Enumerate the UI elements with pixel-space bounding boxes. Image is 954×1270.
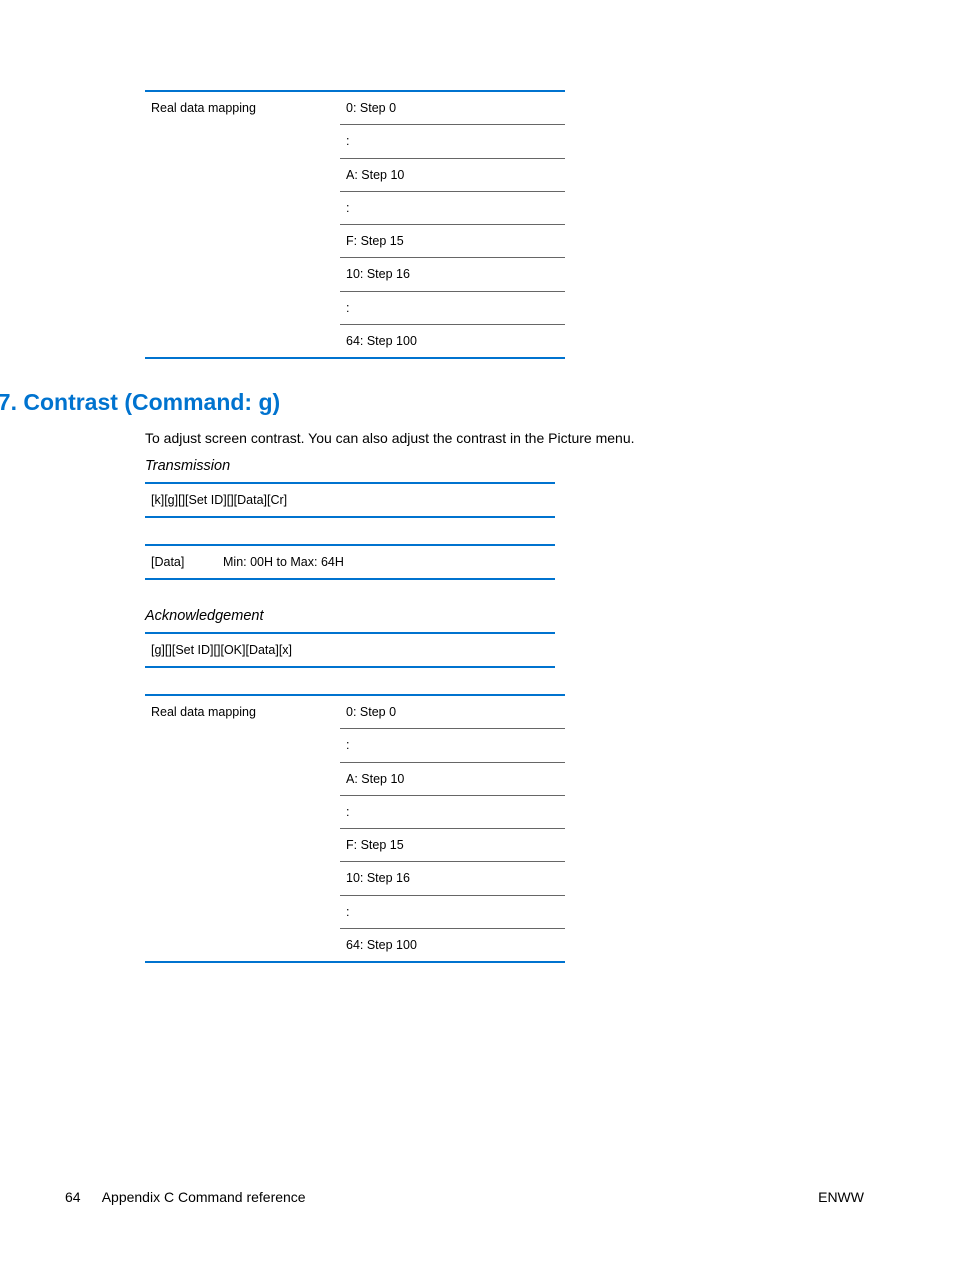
map-val: 10: Step 16 — [340, 862, 565, 895]
data-range-table: [Data] Min: 00H to Max: 64H — [145, 544, 555, 580]
transmission-table: [k][g][][Set ID][][Data][Cr] — [145, 482, 555, 518]
map-val: F: Step 15 — [340, 225, 565, 258]
map-val: 10: Step 16 — [340, 258, 565, 291]
page-number: 64 — [65, 1189, 81, 1205]
map-header: Real data mapping — [145, 695, 340, 962]
map-val: 64: Step 100 — [340, 928, 565, 962]
mapping-table-2: Real data mapping 0: Step 0 : A: Step 10… — [145, 694, 565, 963]
map-val: : — [340, 291, 565, 324]
map-val: : — [340, 895, 565, 928]
transmission-label: Transmission — [145, 458, 864, 474]
map-val: A: Step 10 — [340, 762, 565, 795]
map-val: 0: Step 0 — [340, 91, 565, 125]
ack-label: Acknowledgement — [145, 608, 864, 624]
transmission-row: [k][g][][Set ID][][Data][Cr] — [145, 483, 555, 517]
map-val: : — [340, 795, 565, 828]
map-val: 64: Step 100 — [340, 324, 565, 358]
map-val: F: Step 15 — [340, 829, 565, 862]
ack-row: [g][][Set ID][][OK][Data][x] — [145, 633, 555, 667]
ack-table: [g][][Set ID][][OK][Data][x] — [145, 632, 555, 668]
map-val: 0: Step 0 — [340, 695, 565, 729]
data-label: [Data] — [145, 545, 217, 579]
footer-right: ENWW — [818, 1189, 864, 1205]
appendix-label: Appendix C Command reference — [102, 1189, 306, 1205]
map-val: : — [340, 125, 565, 158]
map-val: : — [340, 191, 565, 224]
map-header: Real data mapping — [145, 91, 340, 358]
mapping-table-1: Real data mapping 0: Step 0 : A: Step 10… — [145, 90, 565, 359]
map-val: : — [340, 729, 565, 762]
body-text: To adjust screen contrast. You can also … — [145, 430, 864, 446]
page-footer: 64 Appendix C Command reference ENWW — [65, 1189, 864, 1205]
map-val: A: Step 10 — [340, 158, 565, 191]
section-heading: 07. Contrast (Command: g) — [0, 389, 864, 416]
data-range: Min: 00H to Max: 64H — [217, 545, 555, 579]
